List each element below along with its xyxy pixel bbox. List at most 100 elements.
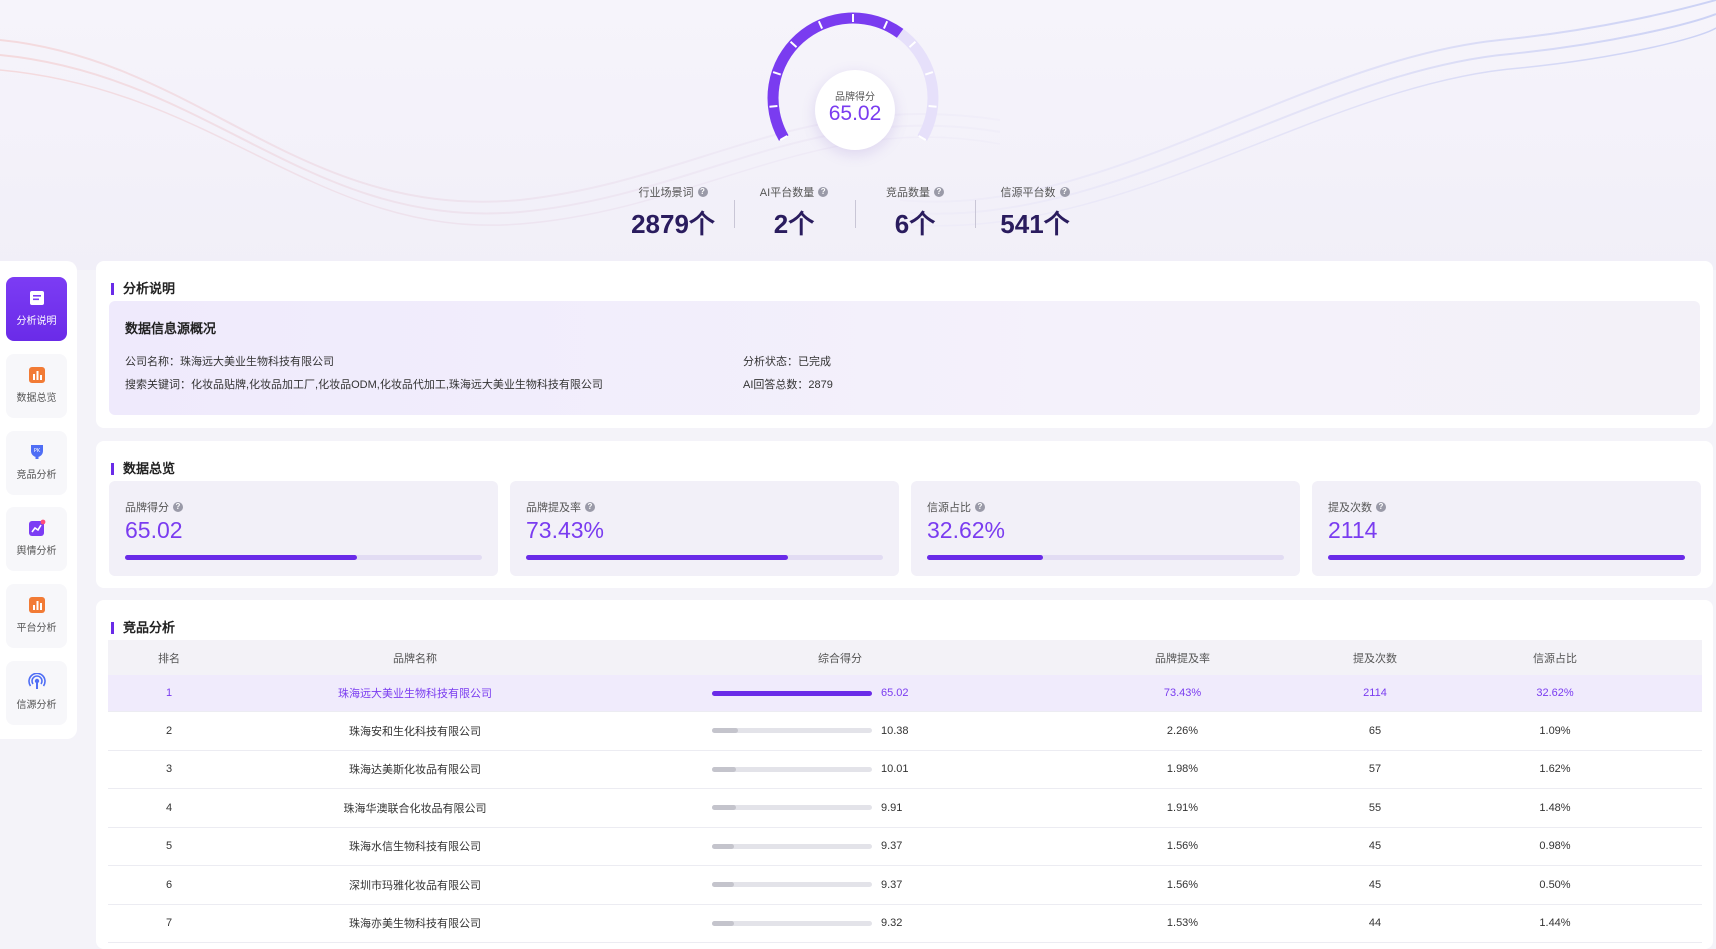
table-header: 排名 品牌名称 综合得分 品牌提及率 提及次数 信源占比 bbox=[108, 640, 1702, 675]
company-name: 公司名称：珠海远大美业生物科技有限公司 bbox=[125, 356, 334, 368]
trend-icon bbox=[27, 518, 47, 538]
nav-label: 竞品分析 bbox=[16, 470, 57, 481]
score-bar-fill bbox=[712, 920, 735, 926]
table-row[interactable]: 7 珠海亦美生物科技有限公司 9.32 1.53% 44 1.44% bbox=[108, 905, 1702, 943]
cell-rank: 7 bbox=[165, 917, 173, 930]
header-source-share: 信源占比 bbox=[1533, 652, 1577, 665]
pk-trophy-icon: PK bbox=[27, 442, 47, 462]
summary-heading: 数据信息源概况 bbox=[125, 321, 217, 336]
help-icon[interactable]: ? bbox=[697, 187, 708, 197]
score-bar-fill bbox=[712, 843, 735, 849]
help-icon[interactable]: ? bbox=[975, 502, 985, 512]
cell-source-share: 1.62% bbox=[1539, 763, 1571, 776]
competitor-panel: 竞品分析 排名 品牌名称 综合得分 品牌提及率 提及次数 信源占比 1 珠海远大美… bbox=[96, 600, 1713, 949]
cell-mention-rate: 1.56% bbox=[1166, 878, 1199, 891]
score-bar-fill bbox=[712, 728, 738, 734]
metric-card-brand-score: 品牌得分? 65.02 bbox=[109, 481, 498, 576]
help-icon[interactable]: ? bbox=[173, 502, 183, 512]
cell-rank: 3 bbox=[165, 763, 173, 776]
stat-value: 541个 bbox=[1000, 209, 1070, 239]
table-row[interactable]: 1 珠海远大美业生物科技有限公司 65.02 73.43% 2114 32.62% bbox=[108, 675, 1702, 712]
overview-panel: 数据总览 品牌得分? 65.02 品牌提及率? 73.43% 信源占比? 32.… bbox=[96, 441, 1713, 588]
stat-competitors: 竞品数量? 6个 bbox=[855, 184, 975, 241]
cell-mention-count: 2114 bbox=[1363, 687, 1387, 699]
score-bar-fill bbox=[712, 690, 872, 696]
svg-text:PK: PK bbox=[33, 448, 40, 454]
nav-item-analysis[interactable]: 分析说明 bbox=[6, 277, 67, 341]
stat-value: 2个 bbox=[773, 209, 815, 239]
nav-item-sources[interactable]: 信源分析 bbox=[6, 661, 67, 725]
cell-source-share: 1.09% bbox=[1539, 724, 1571, 737]
score-value: 9.37 bbox=[881, 878, 903, 891]
cell-mention-rate: 1.56% bbox=[1166, 840, 1199, 853]
nav-label: 平台分析 bbox=[16, 623, 57, 634]
table-row[interactable]: 3 珠海达美斯化妆品有限公司 10.01 1.98% 57 1.62% bbox=[108, 751, 1702, 789]
search-keywords: 搜索关键词：化妆品贴牌,化妆品加工厂,化妆品ODM,化妆品代加工,珠海远大美业生… bbox=[125, 379, 603, 391]
nav-label: 舆情分析 bbox=[16, 546, 57, 557]
cell-mention-count: 65 bbox=[1368, 724, 1382, 737]
nav-item-sentiment[interactable]: 舆情分析 bbox=[6, 507, 67, 571]
table-row[interactable]: 5 珠海水信生物科技有限公司 9.37 1.56% 45 0.98% bbox=[108, 828, 1702, 866]
metric-label: 品牌得分 bbox=[125, 502, 169, 514]
stat-label: 竞品数量 bbox=[886, 187, 930, 199]
help-icon[interactable]: ? bbox=[818, 187, 829, 197]
bar-chart-icon bbox=[27, 365, 47, 385]
cell-mention-rate: 1.91% bbox=[1166, 801, 1199, 814]
score-bar bbox=[712, 843, 872, 849]
score-bar bbox=[712, 690, 872, 696]
help-icon[interactable]: ? bbox=[1376, 502, 1386, 512]
metric-value: 32.62% bbox=[927, 517, 1006, 543]
metric-value: 73.43% bbox=[526, 517, 605, 543]
nav-label: 分析说明 bbox=[16, 316, 57, 327]
analysis-status: 分析状态：已完成 bbox=[743, 356, 831, 368]
metric-card-mention-rate: 品牌提及率? 73.43% bbox=[510, 481, 899, 576]
nav-item-competitors[interactable]: PK 竞品分析 bbox=[6, 431, 67, 495]
cell-source-share: 1.44% bbox=[1539, 917, 1571, 930]
table-row[interactable]: 6 深圳市玛雅化妆品有限公司 9.37 1.56% 45 0.50% bbox=[108, 866, 1702, 905]
table-row[interactable]: 4 珠海华澳联合化妆品有限公司 9.91 1.91% 55 1.48% bbox=[108, 789, 1702, 828]
header-mention-count: 提及次数 bbox=[1353, 652, 1397, 665]
help-icon[interactable]: ? bbox=[934, 187, 944, 197]
cell-rank: 5 bbox=[165, 840, 173, 853]
header-score: 综合得分 bbox=[818, 652, 862, 665]
score-bar bbox=[712, 805, 872, 811]
score-value: 65.02 bbox=[881, 687, 909, 699]
cell-rank: 6 bbox=[165, 878, 173, 891]
ai-answer-count: AI回答总数：2879 bbox=[743, 379, 833, 391]
gauge-tick bbox=[928, 104, 937, 108]
cell-score: 65.02 bbox=[600, 687, 1080, 699]
metric-progress bbox=[125, 555, 482, 560]
nav-item-platforms[interactable]: 平台分析 bbox=[6, 584, 67, 648]
nav-item-overview[interactable]: 数据总览 bbox=[6, 354, 67, 418]
gauge-center: 品牌得分 65.02 bbox=[815, 70, 895, 150]
help-icon[interactable]: ? bbox=[585, 502, 595, 512]
cell-mention-count: 45 bbox=[1368, 840, 1382, 853]
gauge-tick bbox=[769, 104, 778, 108]
analysis-panel: 分析说明 数据信息源概况 公司名称：珠海远大美业生物科技有限公司 搜索关键词：化… bbox=[96, 261, 1713, 428]
cell-score: 9.37 bbox=[600, 840, 1080, 852]
header-mention-rate: 品牌提及率 bbox=[1155, 652, 1210, 665]
stat-ai-platforms: AI平台数量? 2个 bbox=[734, 184, 854, 241]
header-rank: 排名 bbox=[158, 652, 180, 665]
cell-mention-rate: 73.43% bbox=[1163, 687, 1202, 699]
table-row[interactable]: 2 珠海安和生化科技有限公司 10.38 2.26% 65 1.09% bbox=[108, 712, 1702, 751]
stat-value: 2879个 bbox=[631, 209, 715, 239]
score-value: 10.38 bbox=[881, 724, 909, 737]
cell-brand-name: 珠海安和生化科技有限公司 bbox=[349, 725, 481, 738]
cell-mention-count: 45 bbox=[1368, 878, 1382, 891]
cell-brand-name: 珠海远大美业生物科技有限公司 bbox=[338, 688, 492, 700]
score-bar-fill bbox=[712, 882, 735, 888]
metric-value: 2114 bbox=[1328, 517, 1378, 543]
table-body: 1 珠海远大美业生物科技有限公司 65.02 73.43% 2114 32.62% 2 珠海安… bbox=[108, 675, 1702, 943]
score-value: 9.91 bbox=[881, 801, 903, 814]
score-value: 10.01 bbox=[881, 763, 909, 776]
data-source-summary: 数据信息源概况 公司名称：珠海远大美业生物科技有限公司 搜索关键词：化妆品贴牌,… bbox=[109, 301, 1700, 415]
stat-label: AI平台数量 bbox=[759, 187, 815, 199]
side-navigation: 分析说明 数据总览 PK 竞品分析 舆情分析 平台分析 信源分析 bbox=[0, 261, 77, 739]
cell-source-share: 1.48% bbox=[1539, 801, 1571, 814]
gauge-label: 品牌得分 bbox=[835, 92, 875, 103]
metric-label: 提及次数 bbox=[1328, 502, 1372, 514]
score-value: 9.37 bbox=[881, 840, 903, 853]
help-icon[interactable]: ? bbox=[1059, 187, 1070, 197]
cell-source-share: 32.62% bbox=[1536, 687, 1574, 699]
